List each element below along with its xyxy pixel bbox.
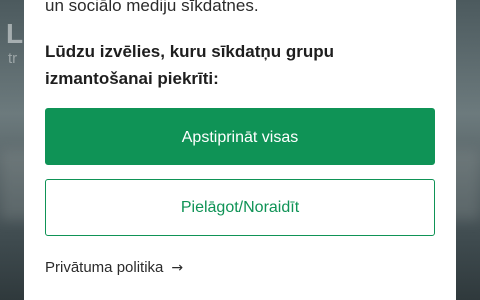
customize-reject-button[interactable]: Pielāgot/Noraidīt <box>45 179 435 236</box>
background-subtext: tr <box>8 50 18 67</box>
privacy-policy-link[interactable]: Privātuma politika → <box>45 258 183 278</box>
consent-intro-text: un sociālo mediju sīkdatnes. <box>45 0 259 15</box>
accept-all-button[interactable]: Apstiprināt visas <box>45 108 435 165</box>
arrow-right-icon: → <box>171 260 184 276</box>
background-heading: L <box>6 18 24 49</box>
cookie-consent-dialog: un sociālo mediju sīkdatnes. Lūdzu izvēl… <box>24 0 456 300</box>
privacy-policy-label: Privātuma politika <box>45 259 164 276</box>
consent-prompt: Lūdzu izvēlies, kuru sīkdatņu grupu izma… <box>45 42 335 88</box>
